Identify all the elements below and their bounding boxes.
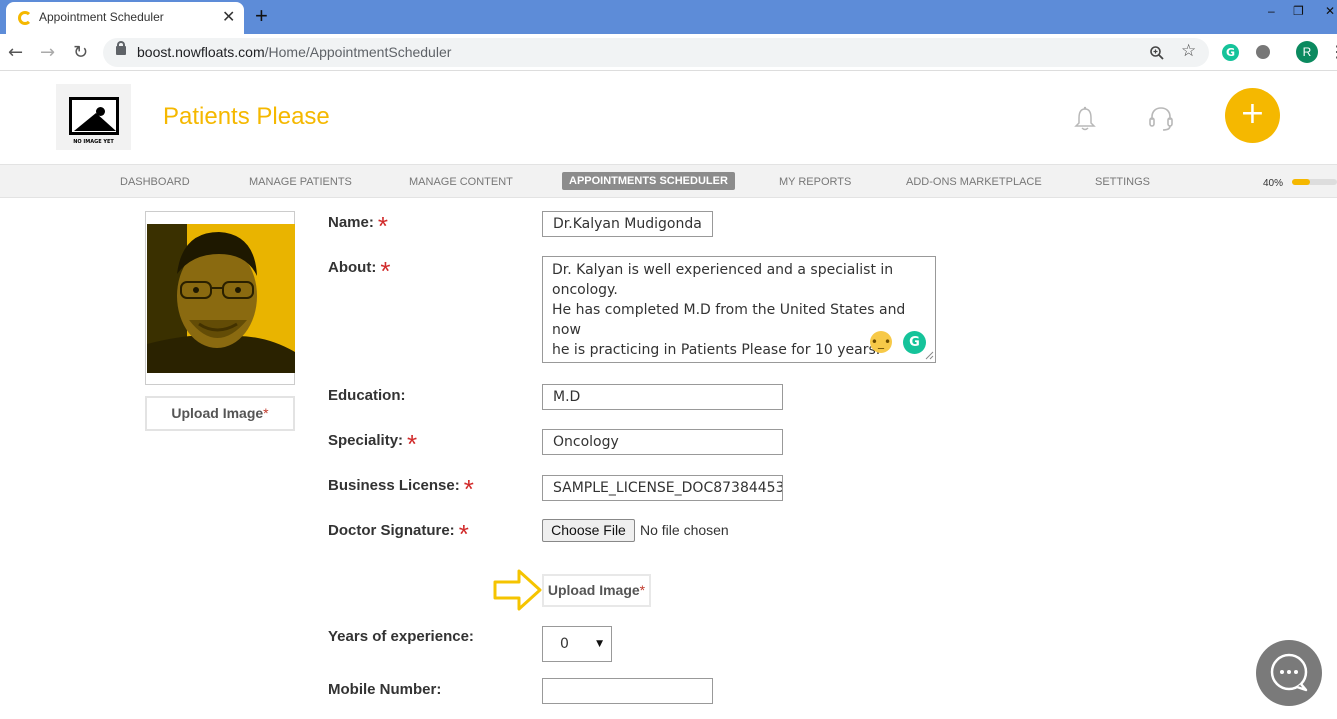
- restore-button[interactable]: ❐: [1293, 4, 1304, 18]
- required-star: *: [377, 211, 388, 241]
- app-header: NO IMAGE YET Patients Please +: [0, 71, 1337, 164]
- close-window-button[interactable]: ✕: [1325, 4, 1335, 18]
- chat-widget-button[interactable]: [1256, 640, 1322, 706]
- browser-toolbar: ← → ↻ boost.nowfloats.com/Home/Appointme…: [0, 34, 1337, 71]
- browser-menu-icon[interactable]: ⋮: [1329, 42, 1337, 61]
- add-button[interactable]: +: [1225, 88, 1280, 143]
- profile-progress-label: 40%: [1263, 178, 1284, 189]
- nav-dashboard[interactable]: DASHBOARD: [120, 176, 190, 188]
- zoom-icon[interactable]: [1149, 45, 1165, 61]
- url-text: boost.nowfloats.com/Home/AppointmentSche…: [137, 44, 452, 60]
- reload-icon[interactable]: ↻: [73, 42, 88, 63]
- file-status-text: No file chosen: [640, 522, 729, 538]
- choose-file-button[interactable]: Choose File: [542, 519, 635, 542]
- main-nav: DASHBOARD MANAGE PATIENTS MANAGE CONTENT…: [0, 164, 1337, 198]
- business-name: Patients Please: [163, 103, 330, 130]
- upload-signature-button[interactable]: Upload Image*: [542, 574, 651, 607]
- profile-photo-card: [145, 211, 295, 385]
- new-tab-button[interactable]: +: [255, 3, 268, 29]
- required-star: *: [407, 429, 418, 459]
- nav-appointments-scheduler[interactable]: APPOINTMENTS SCHEDULER: [562, 172, 735, 190]
- logo-caption: NO IMAGE YET: [73, 139, 114, 145]
- education-input[interactable]: M.D: [542, 384, 783, 410]
- support-headset-icon[interactable]: [1148, 106, 1174, 132]
- tab-close-icon[interactable]: ✕: [222, 7, 235, 27]
- doctor-signature-label: Doctor Signature: *: [328, 519, 469, 549]
- grammarly-icon[interactable]: G: [903, 331, 926, 354]
- required-star: *: [458, 519, 469, 549]
- mobile-number-input[interactable]: [542, 678, 713, 704]
- arrow-right-icon: [493, 569, 542, 611]
- nav-manage-content[interactable]: MANAGE CONTENT: [409, 176, 513, 188]
- name-label: Name: *: [328, 211, 388, 241]
- lock-icon: [116, 41, 126, 55]
- tab-title: Appointment Scheduler: [39, 10, 164, 24]
- doctor-photo: [147, 224, 295, 373]
- grammarly-extension-icon[interactable]: G: [1222, 44, 1239, 61]
- about-label: About: *: [328, 256, 391, 286]
- favicon-icon: [18, 11, 32, 25]
- image-placeholder-icon: [69, 97, 119, 135]
- nav-add-ons-marketplace[interactable]: ADD-ONS MARKETPLACE: [906, 176, 1042, 188]
- mobile-number-label: Mobile Number:: [328, 681, 442, 698]
- forward-icon[interactable]: →: [40, 42, 55, 63]
- education-label: Education:: [328, 387, 406, 404]
- speciality-label: Speciality: *: [328, 429, 418, 459]
- chat-icon: [1270, 653, 1308, 692]
- name-input[interactable]: Dr.Kalyan Mudigonda: [542, 211, 713, 237]
- address-bar[interactable]: boost.nowfloats.com/Home/AppointmentSche…: [103, 38, 1209, 67]
- resize-handle-icon[interactable]: [924, 350, 934, 360]
- minimize-button[interactable]: –: [1268, 4, 1275, 18]
- speciality-input[interactable]: Oncology: [542, 429, 783, 455]
- nav-manage-patients[interactable]: MANAGE PATIENTS: [249, 176, 352, 188]
- business-logo[interactable]: NO IMAGE YET: [56, 84, 131, 150]
- nav-my-reports[interactable]: MY REPORTS: [779, 176, 851, 188]
- years-of-experience-select[interactable]: 0 ▼: [542, 626, 612, 662]
- profile-progress-fill: [1292, 179, 1310, 185]
- browser-tab[interactable]: Appointment Scheduler ✕: [6, 2, 244, 34]
- required-star: *: [380, 256, 391, 286]
- business-license-label: Business License: *: [328, 474, 474, 504]
- upload-profile-image-button[interactable]: Upload Image*: [145, 396, 295, 431]
- chevron-down-icon: ▼: [596, 639, 603, 649]
- profile-progress-bar: [1292, 179, 1337, 185]
- back-icon[interactable]: ←: [8, 42, 23, 63]
- browser-tab-bar: Appointment Scheduler ✕ + – ❐ ✕: [0, 0, 1337, 34]
- business-license-input[interactable]: SAMPLE_LICENSE_DOC87384453: [542, 475, 783, 501]
- profile-avatar[interactable]: R: [1296, 41, 1318, 63]
- years-of-experience-label: Years of experience:: [328, 628, 474, 645]
- extension-icon[interactable]: [1256, 45, 1270, 59]
- bookmark-star-icon[interactable]: ☆: [1181, 41, 1196, 61]
- nav-settings[interactable]: SETTINGS: [1095, 176, 1150, 188]
- notification-bell-icon[interactable]: [1074, 106, 1096, 132]
- required-star: *: [463, 474, 474, 504]
- neutral-face-emoji-icon[interactable]: •_•: [870, 331, 892, 353]
